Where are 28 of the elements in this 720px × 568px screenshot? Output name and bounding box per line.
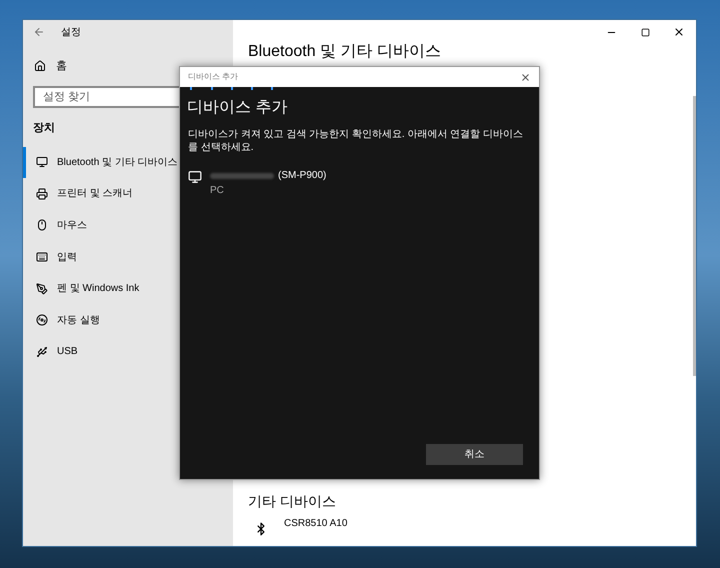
device-type: PC — [210, 184, 225, 198]
nav-item[interactable]: 입력 — [23, 241, 233, 273]
window-title: 설정 — [61, 26, 81, 40]
device-name: (SM-P900) — [278, 169, 326, 183]
close-icon[interactable] — [673, 26, 685, 38]
home-link[interactable]: 홈 — [56, 58, 67, 74]
dialog-title: 디바이스 추가 — [188, 71, 238, 83]
section-heading: 기타 디바이스 — [248, 492, 337, 511]
printer-icon — [36, 188, 48, 200]
blurred-name-block — [210, 172, 274, 178]
keyboard-icon — [36, 251, 48, 264]
maximize-icon[interactable] — [640, 28, 650, 36]
disc-icon — [36, 314, 48, 326]
device-name[interactable]: CSR8510 A10 — [284, 516, 348, 531]
nav-item[interactable]: 펜 및 Windows Ink — [23, 272, 233, 304]
usb-icon — [36, 346, 48, 358]
pen-icon — [36, 282, 48, 295]
nav-item[interactable]: 자동 실행 — [23, 304, 233, 336]
nav-item[interactable]: 마우스 — [23, 210, 233, 242]
home-icon — [34, 60, 46, 72]
section-heading: 장치 — [33, 121, 55, 136]
mouse-icon — [36, 219, 48, 232]
computer-icon — [188, 170, 202, 184]
close-icon[interactable] — [520, 72, 531, 82]
back-icon[interactable] — [33, 26, 45, 38]
nav-item[interactable]: USB — [23, 336, 233, 368]
cancel-button[interactable]: 취소 — [426, 444, 523, 465]
page-title: Bluetooth 및 기타 디바이스 — [247, 42, 442, 62]
